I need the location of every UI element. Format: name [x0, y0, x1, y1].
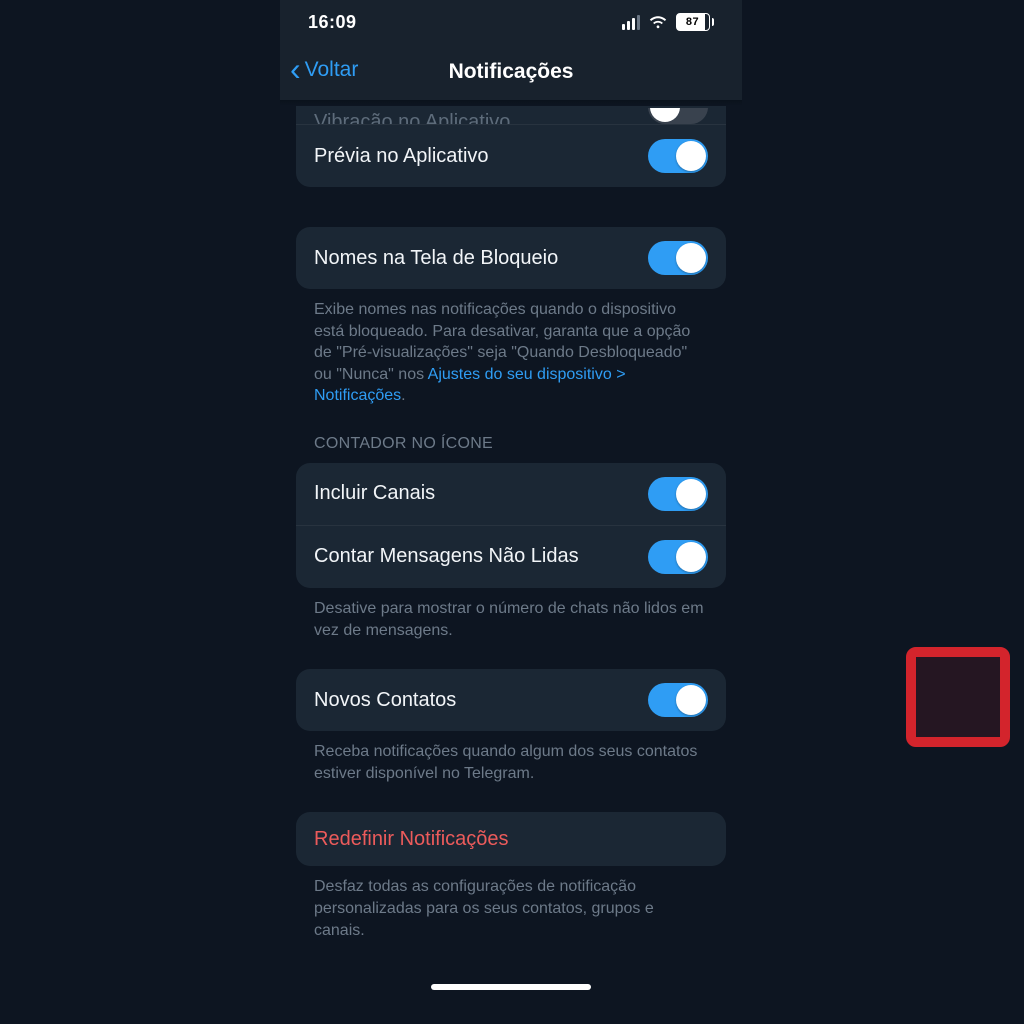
footer-novos-contatos: Receba notificações quando algum dos seu… [280, 731, 742, 784]
status-time: 16:09 [308, 12, 357, 33]
row-incluir-canais[interactable]: Incluir Canais [296, 463, 726, 525]
footer-lockscreen: Exibe nomes nas notificações quando o di… [280, 289, 742, 407]
group-novos-contatos: Novos Contatos [296, 669, 726, 731]
toggle-nomes-bloqueio[interactable] [648, 241, 708, 275]
section-header-contador: CONTADOR NO ÍCONE [280, 407, 742, 463]
wifi-icon [648, 14, 668, 30]
toggle-vibration[interactable] [648, 108, 708, 124]
page-title: Notificações [280, 60, 742, 84]
toggle-incluir-canais[interactable] [648, 477, 708, 511]
group-lockscreen: Nomes na Tela de Bloqueio [296, 227, 726, 289]
footer-contador: Desative para mostrar o número de chats … [280, 588, 742, 641]
group-inapp: Vibração no Aplicativo Prévia no Aplicat… [296, 106, 726, 187]
status-right: 87 [622, 13, 715, 31]
page-root: 16:09 87 ‹ Voltar Notificações [0, 0, 1024, 1024]
row-redefinir[interactable]: Redefinir Notificações [296, 812, 726, 866]
battery-icon: 87 [676, 13, 715, 31]
phone-frame: 16:09 87 ‹ Voltar Notificações [280, 0, 742, 1000]
home-indicator[interactable] [431, 984, 591, 990]
row-previa[interactable]: Prévia no Aplicativo [296, 124, 726, 187]
toggle-contar-nao-lidas[interactable] [648, 540, 708, 574]
row-vibration[interactable]: Vibração no Aplicativo [296, 106, 726, 124]
settings-content[interactable]: Vibração no Aplicativo Prévia no Aplicat… [280, 106, 742, 981]
cellular-bars-icon [622, 15, 640, 30]
tutorial-highlight [906, 647, 1010, 747]
row-contar-nao-lidas[interactable]: Contar Mensagens Não Lidas [296, 525, 726, 588]
group-contador: Incluir Canais Contar Mensagens Não Lida… [296, 463, 726, 588]
footer-redefinir: Desfaz todas as configurações de notific… [280, 866, 742, 941]
toggle-previa[interactable] [648, 139, 708, 173]
status-bar: 16:09 87 [280, 0, 742, 44]
toggle-novos-contatos[interactable] [648, 683, 708, 717]
row-nomes-bloqueio[interactable]: Nomes na Tela de Bloqueio [296, 227, 726, 289]
battery-percent: 87 [686, 16, 699, 28]
group-redefinir: Redefinir Notificações [296, 812, 726, 866]
row-novos-contatos[interactable]: Novos Contatos [296, 669, 726, 731]
nav-bar: ‹ Voltar Notificações [280, 44, 742, 100]
